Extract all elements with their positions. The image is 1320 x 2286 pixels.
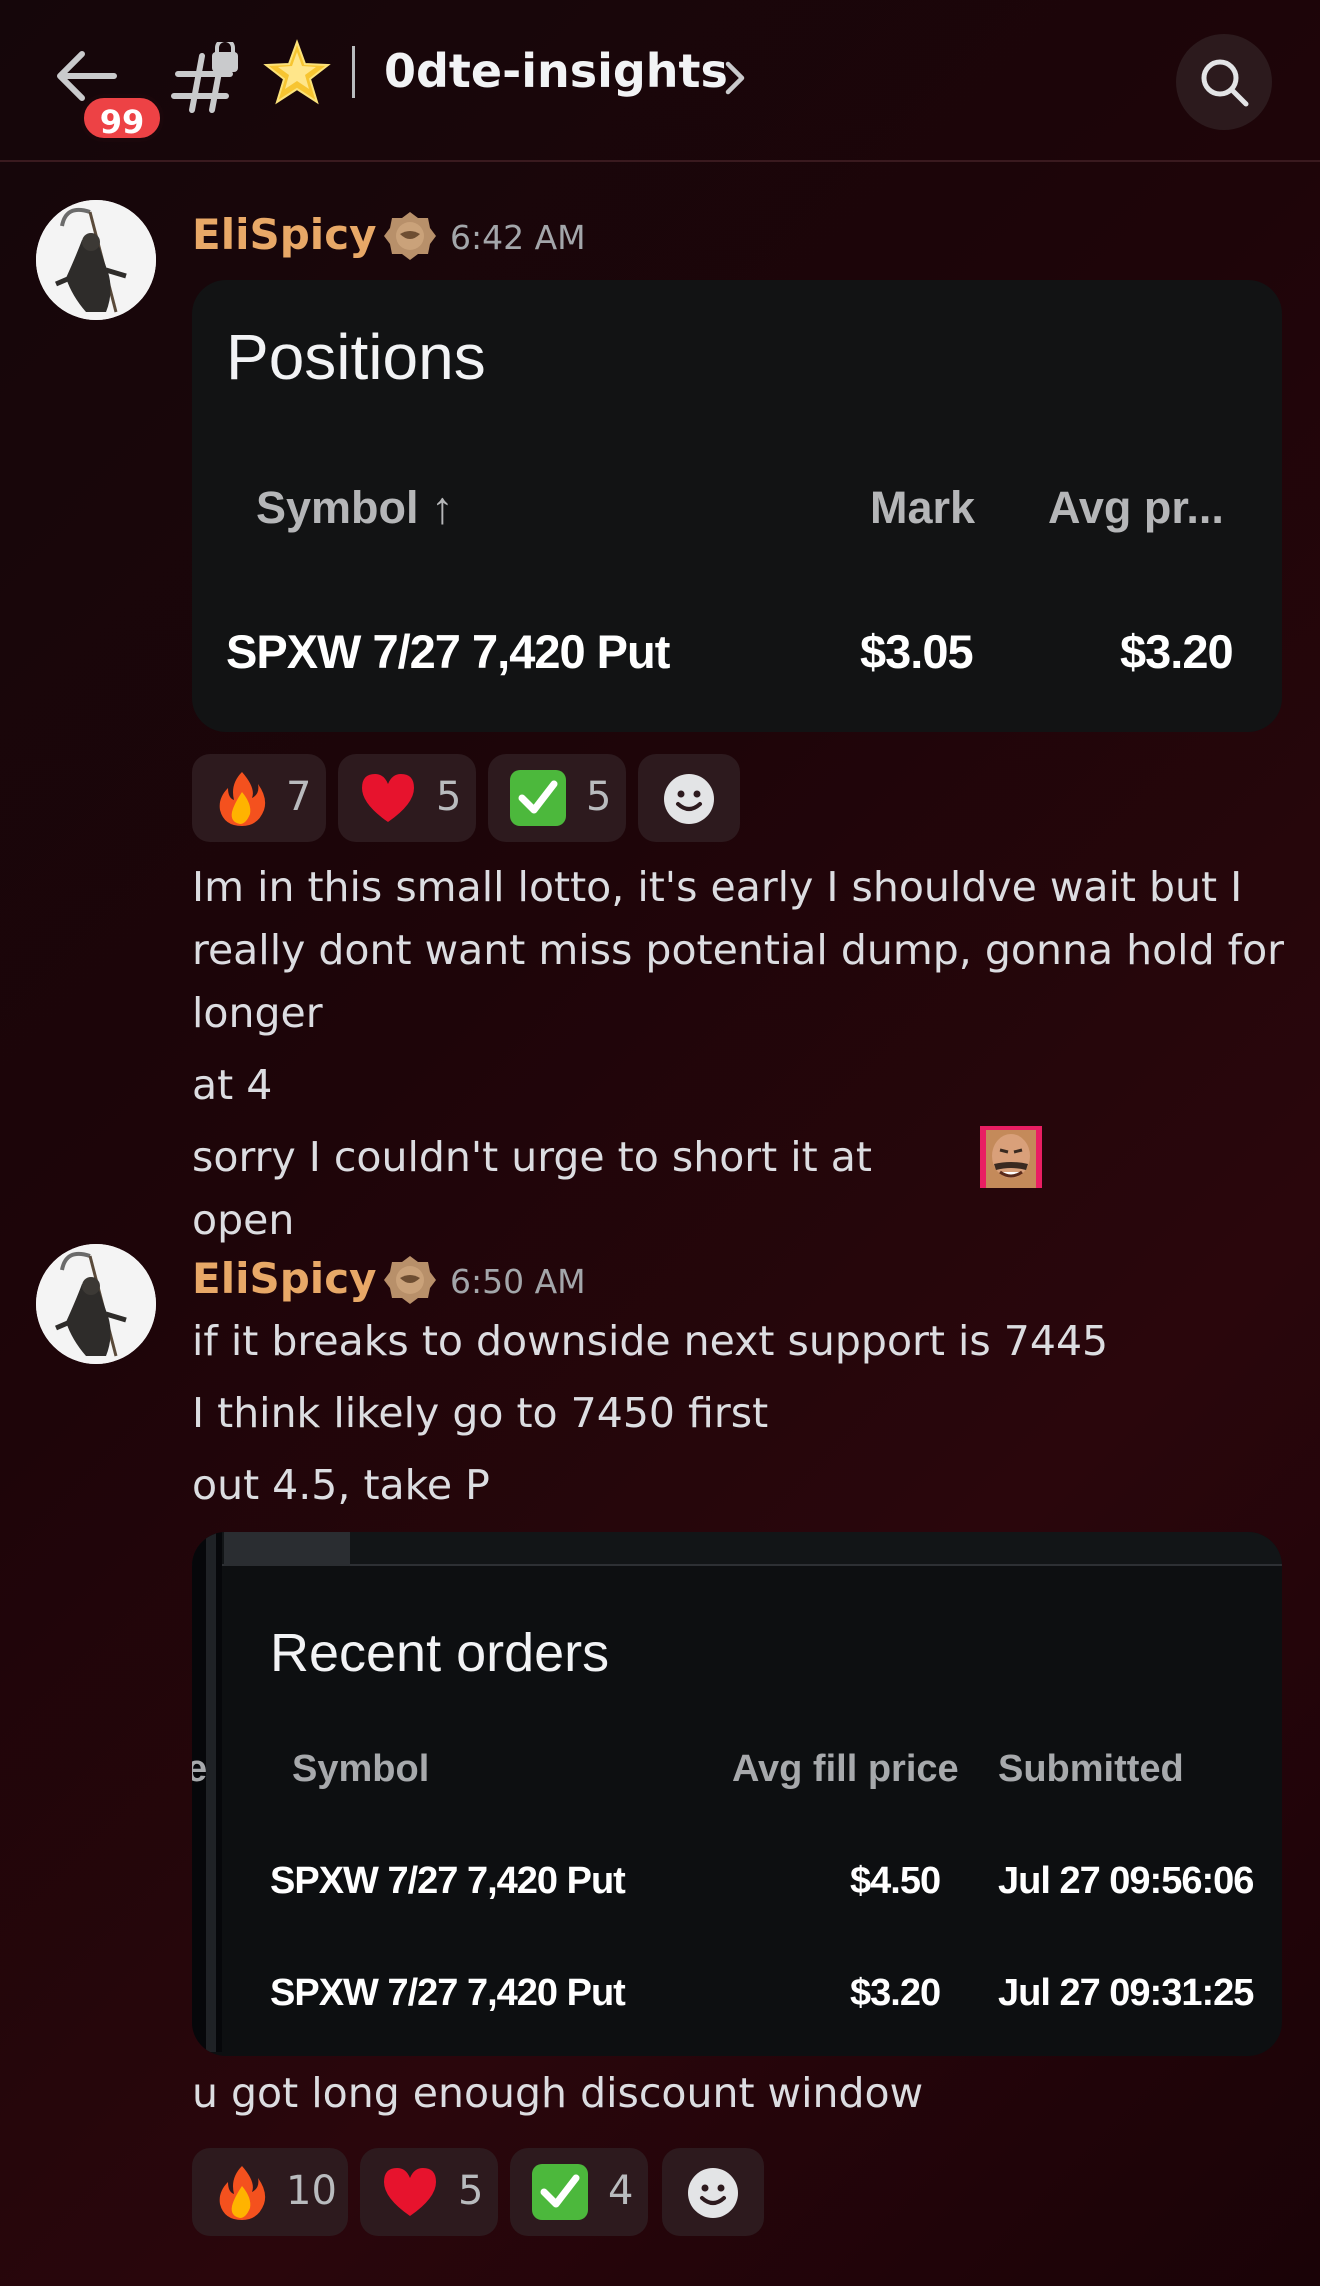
message-timestamp: 6:42 AM xyxy=(450,218,586,257)
screenshot-left-edge-line xyxy=(206,1532,216,2052)
message-text-line: u got long enough discount window xyxy=(192,2069,924,2117)
chevron-right-icon[interactable] xyxy=(720,58,750,98)
avatar[interactable] xyxy=(36,200,156,320)
order-submitted: Jul 27 09:56:06 xyxy=(998,1860,1254,1902)
message-text-line: longer xyxy=(192,989,323,1037)
unread-badge: 99 xyxy=(80,94,164,142)
laughing-man-emoji-icon xyxy=(980,1126,1042,1188)
message-text-line: I think likely go to 7450 first xyxy=(192,1389,769,1437)
message-text-line: out 4.5, take P xyxy=(192,1461,490,1509)
positions-title: Positions xyxy=(226,321,486,393)
channel-name[interactable]: 0dte-insights xyxy=(384,44,728,98)
message-text-line: at 4 xyxy=(192,1061,273,1109)
column-mark: Mark xyxy=(870,482,976,533)
reaction-count: 5 xyxy=(436,774,462,820)
channel-header: 99 0dte-insights xyxy=(0,0,1320,162)
grim-reaper-avatar-image xyxy=(36,1244,156,1364)
role-badge-icon xyxy=(384,212,436,260)
add-reaction-button[interactable] xyxy=(638,754,740,842)
reaction-count: 10 xyxy=(286,2168,337,2214)
position-symbol: SPXW 7/27 7,420 Put xyxy=(226,625,670,678)
position-avg-price: $3.20 xyxy=(1120,625,1234,678)
order-fill-price: $4.50 xyxy=(850,1860,941,1902)
cut-off-column-edge: e xyxy=(192,1748,208,1790)
header-divider xyxy=(352,46,355,98)
reaction-count: 5 xyxy=(458,2168,484,2214)
message-text-line: Im in this small lotto, it's early I sho… xyxy=(192,863,1243,911)
column-symbol: Symbol xyxy=(292,1748,430,1790)
column-submitted: Submitted xyxy=(998,1748,1184,1790)
screenshot-top-bar xyxy=(192,1532,1282,1566)
search-icon xyxy=(1201,59,1249,107)
reaction-count: 7 xyxy=(286,774,312,820)
reaction-fire[interactable]: 10 xyxy=(192,2148,348,2236)
smiley-add-icon xyxy=(664,774,714,824)
recent-orders-title: Recent orders xyxy=(270,1623,610,1683)
avatar[interactable] xyxy=(36,1244,156,1364)
order-submitted: Jul 27 09:31:25 xyxy=(998,1972,1254,2014)
reaction-count: 5 xyxy=(586,774,612,820)
positions-screenshot[interactable]: Positions Symbol ↑ Mark Avg pr... SPXW 7… xyxy=(192,280,1282,732)
column-avg-fill-price: Avg fill price xyxy=(732,1748,959,1790)
heart-icon xyxy=(362,774,414,822)
message-timestamp: 6:50 AM xyxy=(450,1262,586,1301)
reaction-check[interactable]: 5 xyxy=(488,754,626,842)
grim-reaper-avatar-image xyxy=(36,200,156,320)
check-mark-button-icon xyxy=(532,2164,588,2220)
column-avg-price: Avg pr... xyxy=(1048,482,1224,533)
heart-icon xyxy=(384,2168,436,2216)
recent-orders-screenshot[interactable]: Recent orders e Symbol Avg fill price Su… xyxy=(192,1532,1282,2056)
position-mark: $3.05 xyxy=(860,625,974,678)
username[interactable]: EliSpicy xyxy=(192,210,376,259)
fire-icon xyxy=(219,772,266,826)
order-fill-price: $3.20 xyxy=(850,1972,941,2014)
column-symbol: Symbol ↑ xyxy=(256,482,454,533)
smiley-add-icon xyxy=(688,2168,738,2218)
message-text-line: sorry I couldn't urge to short it at ope… xyxy=(192,1133,872,1244)
reaction-heart[interactable]: 5 xyxy=(360,2148,498,2236)
reaction-check[interactable]: 4 xyxy=(510,2148,648,2236)
search-button[interactable] xyxy=(1176,34,1272,130)
order-symbol: SPXW 7/27 7,420 Put xyxy=(270,1860,626,1902)
reaction-heart[interactable]: 5 xyxy=(338,754,476,842)
fire-icon xyxy=(219,2166,266,2220)
reaction-count: 4 xyxy=(608,2168,634,2214)
locked-channel-hash-icon xyxy=(171,42,238,113)
message-text-line: if it breaks to downside next support is… xyxy=(192,1317,1109,1365)
role-badge-icon xyxy=(384,1256,436,1304)
check-mark-button-icon xyxy=(510,770,566,826)
username[interactable]: EliSpicy xyxy=(192,1254,376,1303)
add-reaction-button[interactable] xyxy=(662,2148,764,2236)
message-text-line: really dont want miss potential dump, go… xyxy=(192,926,1285,974)
screenshot-tab xyxy=(224,1532,350,1566)
glowing-star-icon xyxy=(263,39,331,105)
order-symbol: SPXW 7/27 7,420 Put xyxy=(270,1972,626,2014)
reaction-fire[interactable]: 7 xyxy=(192,754,326,842)
